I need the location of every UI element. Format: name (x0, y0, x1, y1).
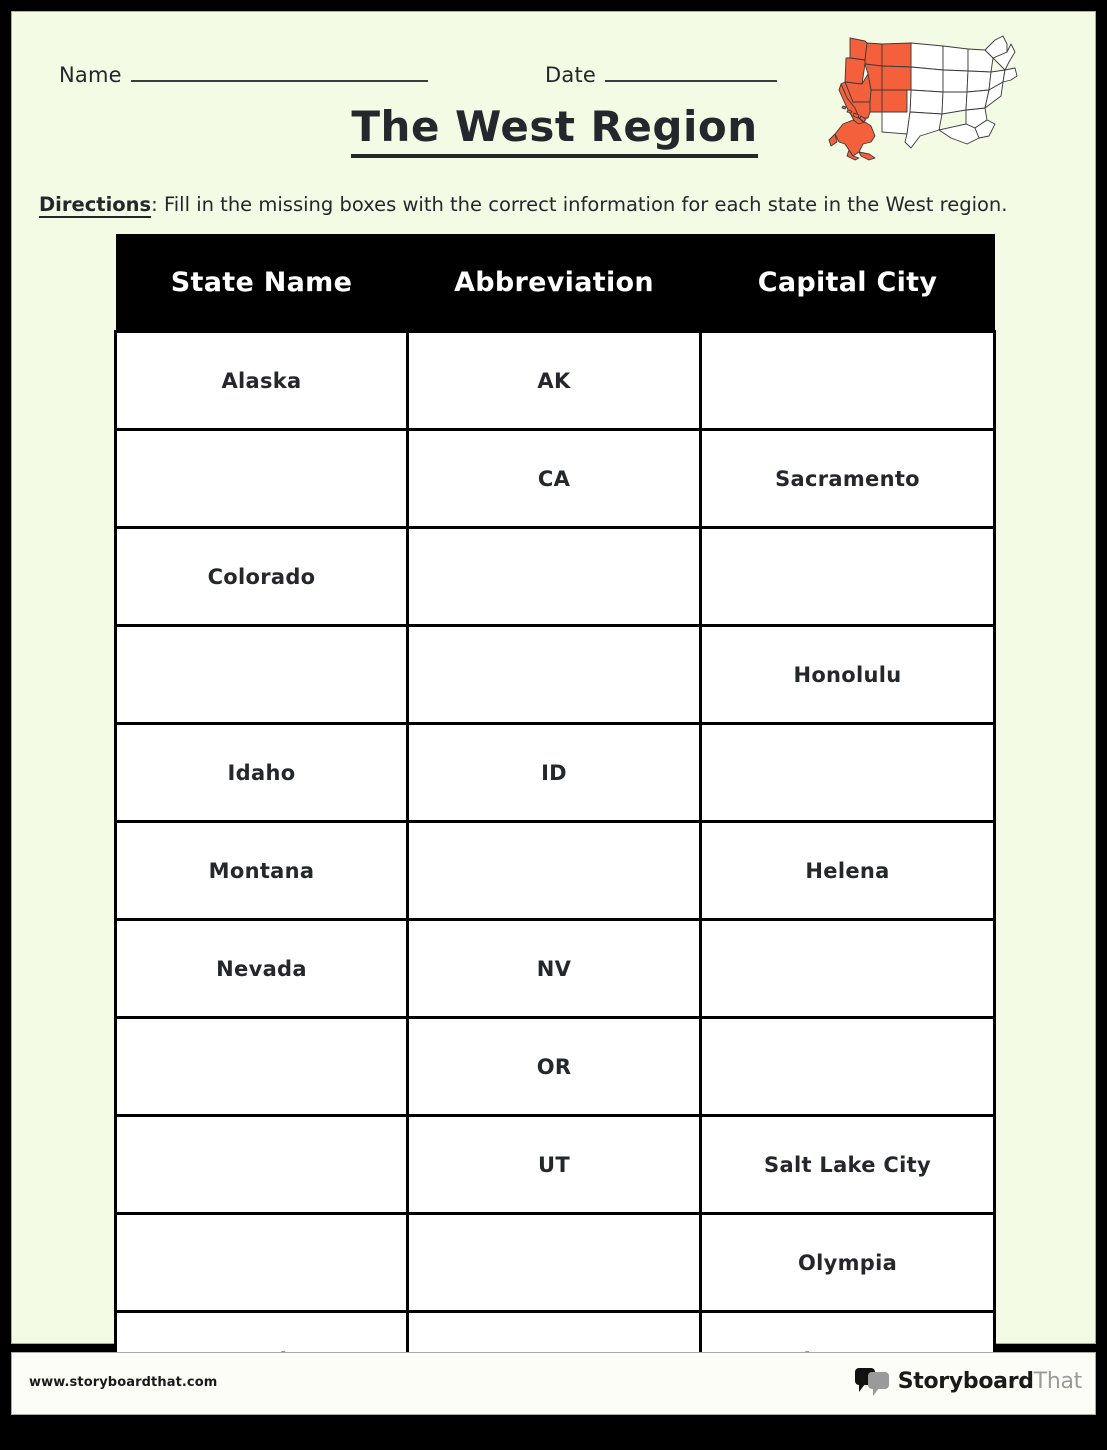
directions-text: Fill in the missing boxes with the corre… (163, 193, 1008, 216)
column-header-state-name: State Name (115, 234, 408, 332)
logo-wordmark: StoryboardThat (897, 1368, 1083, 1394)
table-row: Honolulu (114, 624, 996, 725)
worksheet-page: Name Date The West Region Directions: Fi… (0, 0, 1107, 1450)
cell-abbreviation[interactable]: NV (406, 918, 702, 1019)
footer-website-url[interactable]: www.storyboardthat.com (29, 1375, 217, 1390)
cell-abbreviation[interactable] (406, 526, 702, 627)
cell-capital-city[interactable]: Helena (699, 820, 996, 921)
cell-abbreviation[interactable]: CA (406, 428, 702, 529)
cell-state-name[interactable]: Colorado (114, 526, 409, 627)
name-label: Name (59, 63, 122, 87)
cell-abbreviation[interactable]: ID (406, 722, 702, 823)
west-region-table: State Name Abbreviation Capital City Ala… (114, 234, 996, 1411)
cell-capital-city[interactable]: Sacramento (699, 428, 996, 529)
cell-state-name[interactable] (114, 1114, 409, 1215)
logo-text-storyboard: Storyboard (897, 1368, 1034, 1394)
cell-capital-city[interactable]: Salt Lake City (699, 1114, 996, 1215)
name-field[interactable]: Name (59, 60, 428, 87)
cell-capital-city[interactable] (699, 722, 996, 823)
table-row: Olympia (114, 1212, 996, 1313)
logo-text-that: That (1033, 1368, 1083, 1394)
table-row: OR (114, 1016, 996, 1117)
us-map-west-region-icon (825, 24, 1025, 176)
table-header-row: State Name Abbreviation Capital City (115, 234, 995, 332)
page-footer: www.storyboardthat.com StoryboardThat (11, 1352, 1096, 1415)
cell-abbreviation[interactable] (406, 624, 702, 725)
table-row: CA Sacramento (114, 428, 996, 529)
west-region-table-wrapper: State Name Abbreviation Capital City Ala… (114, 234, 996, 1411)
worksheet-sheet: Name Date The West Region Directions: Fi… (11, 11, 1096, 1411)
storyboardthat-logo[interactable]: StoryboardThat (854, 1364, 1083, 1398)
cell-capital-city[interactable] (699, 918, 996, 1019)
column-header-capital-city: Capital City (700, 234, 995, 332)
cell-abbreviation[interactable]: UT (406, 1114, 702, 1215)
table-body: Alaska AK CA Sacramento Colorado Honolulu Idah… (114, 330, 996, 1411)
cell-abbreviation[interactable] (406, 1212, 702, 1313)
name-write-line[interactable] (130, 60, 428, 82)
column-header-abbreviation: Abbreviation (407, 234, 701, 332)
cell-state-name[interactable]: Alaska (114, 330, 409, 431)
cell-abbreviation[interactable] (406, 820, 702, 921)
cell-abbreviation[interactable]: AK (406, 330, 702, 431)
cell-capital-city[interactable] (699, 526, 996, 627)
page-title-text: The West Region (351, 102, 758, 158)
table-row: Nevada NV (114, 918, 996, 1019)
cell-capital-city[interactable] (699, 330, 996, 431)
cell-state-name[interactable]: Idaho (114, 722, 409, 823)
speech-bubbles-icon (854, 1366, 893, 1396)
table-row: Montana Helena (114, 820, 996, 921)
cell-state-name[interactable] (114, 1016, 409, 1117)
directions: Directions: Fill in the missing boxes wi… (39, 192, 1069, 218)
cell-state-name[interactable]: Nevada (114, 918, 409, 1019)
table-row: Idaho ID (114, 722, 996, 823)
cell-capital-city[interactable]: Honolulu (699, 624, 996, 725)
date-label: Date (545, 63, 596, 87)
cell-capital-city[interactable] (699, 1016, 996, 1117)
cell-abbreviation[interactable]: OR (406, 1016, 702, 1117)
table-row: Alaska AK (114, 330, 996, 431)
table-row: UT Salt Lake City (114, 1114, 996, 1215)
cell-capital-city[interactable]: Olympia (699, 1212, 996, 1313)
cell-state-name[interactable]: Montana (114, 820, 409, 921)
cell-state-name[interactable] (114, 428, 409, 529)
table-row: Colorado (114, 526, 996, 627)
directions-separator: : (151, 193, 164, 216)
cell-state-name[interactable] (114, 1212, 409, 1313)
date-write-line[interactable] (605, 60, 777, 82)
date-field[interactable]: Date (545, 60, 777, 87)
directions-label: Directions (39, 193, 152, 218)
cell-state-name[interactable] (114, 624, 409, 725)
table-header: State Name Abbreviation Capital City (115, 234, 995, 332)
